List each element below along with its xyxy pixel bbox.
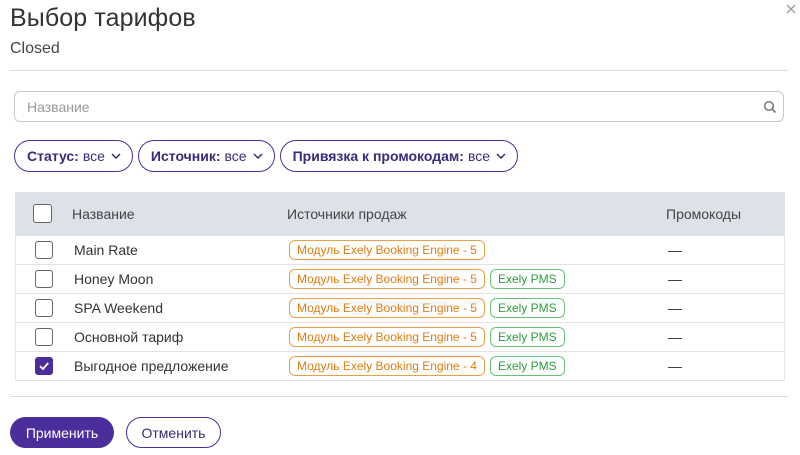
check-icon (39, 362, 49, 371)
source-badge: Модуль Exely Booking Engine - 5 (289, 327, 485, 347)
filter-label: Привязка к промокодам: (292, 148, 464, 164)
promo-value: — (668, 300, 682, 316)
sales-sources: Модуль Exely Booking Engine - 5 Exely PM… (289, 327, 565, 347)
source-badge: Модуль Exely Booking Engine - 4 (289, 356, 485, 376)
chevron-down-icon (111, 153, 121, 159)
table-row[interactable]: Main Rate Модуль Exely Booking Engine - … (16, 236, 784, 265)
select-all-checkbox[interactable] (33, 204, 52, 223)
table-row[interactable]: Основной тариф Модуль Exely Booking Engi… (16, 323, 784, 352)
sales-sources: Модуль Exely Booking Engine - 5 Exely PM… (289, 298, 565, 318)
search-field[interactable] (14, 91, 784, 122)
row-checkbox[interactable] (35, 299, 53, 317)
column-header-name: Название (72, 206, 135, 222)
sales-sources: Модуль Exely Booking Engine - 5 (289, 240, 485, 260)
header-divider (10, 70, 788, 71)
row-checkbox[interactable] (35, 328, 53, 346)
tariffs-table: Название Источники продаж Промокоды Main… (15, 192, 785, 381)
tariff-name: Основной тариф (74, 329, 184, 345)
dialog-title: Выбор тарифов (10, 4, 196, 32)
footer-divider (10, 396, 788, 397)
source-badge: Exely PMS (489, 298, 565, 318)
row-checkbox[interactable] (35, 270, 53, 288)
filter-value: все (224, 148, 247, 164)
source-badge: Exely PMS (489, 269, 565, 289)
sales-sources: Модуль Exely Booking Engine - 4 Exely PM… (289, 356, 565, 376)
status-filter[interactable]: Статус: все (14, 140, 133, 172)
row-checkbox[interactable] (35, 241, 53, 259)
filter-value: все (82, 148, 105, 164)
filter-label: Статус: (27, 148, 79, 164)
source-badge: Модуль Exely Booking Engine - 5 (289, 240, 485, 260)
search-input[interactable] (15, 92, 735, 121)
filter-label: Источник: (150, 148, 221, 164)
chevron-down-icon (496, 153, 506, 159)
table-row[interactable]: Выгодное предложение Модуль Exely Bookin… (16, 352, 784, 381)
search-icon[interactable] (763, 100, 777, 114)
apply-button[interactable]: Применить (10, 417, 114, 448)
promo-binding-filter[interactable]: Привязка к промокодам: все (279, 140, 519, 172)
tariff-name: Выгодное предложение (74, 358, 229, 374)
row-checkbox[interactable] (35, 357, 53, 375)
chevron-down-icon (253, 153, 263, 159)
promo-value: — (668, 242, 682, 258)
cancel-button[interactable]: Отменить (126, 417, 221, 448)
promo-value: — (668, 329, 682, 345)
table-row[interactable]: Honey Moon Модуль Exely Booking Engine -… (16, 265, 784, 294)
tariff-name: Main Rate (74, 242, 138, 258)
dialog-subtitle: Closed (10, 40, 60, 57)
tariff-name: Honey Moon (74, 271, 154, 287)
table-header: Название Источники продаж Промокоды (15, 192, 785, 236)
source-badge: Exely PMS (489, 327, 565, 347)
column-header-promo: Промокоды (666, 206, 742, 222)
filter-value: все (467, 148, 491, 164)
filter-bar: Статус: все Источник: все Привязка к про… (14, 140, 519, 172)
source-badge: Модуль Exely Booking Engine - 5 (289, 298, 485, 318)
source-badge: Модуль Exely Booking Engine - 5 (289, 269, 485, 289)
table-row[interactable]: SPA Weekend Модуль Exely Booking Engine … (16, 294, 784, 323)
promo-value: — (668, 358, 682, 374)
column-header-sources: Источники продаж (287, 206, 407, 222)
close-icon[interactable] (784, 2, 798, 16)
table-body: Main Rate Модуль Exely Booking Engine - … (15, 236, 785, 381)
tariff-name: SPA Weekend (74, 300, 163, 316)
source-filter[interactable]: Источник: все (137, 140, 275, 172)
sales-sources: Модуль Exely Booking Engine - 5 Exely PM… (289, 269, 565, 289)
promo-value: — (668, 271, 682, 287)
source-badge: Exely PMS (489, 356, 565, 376)
